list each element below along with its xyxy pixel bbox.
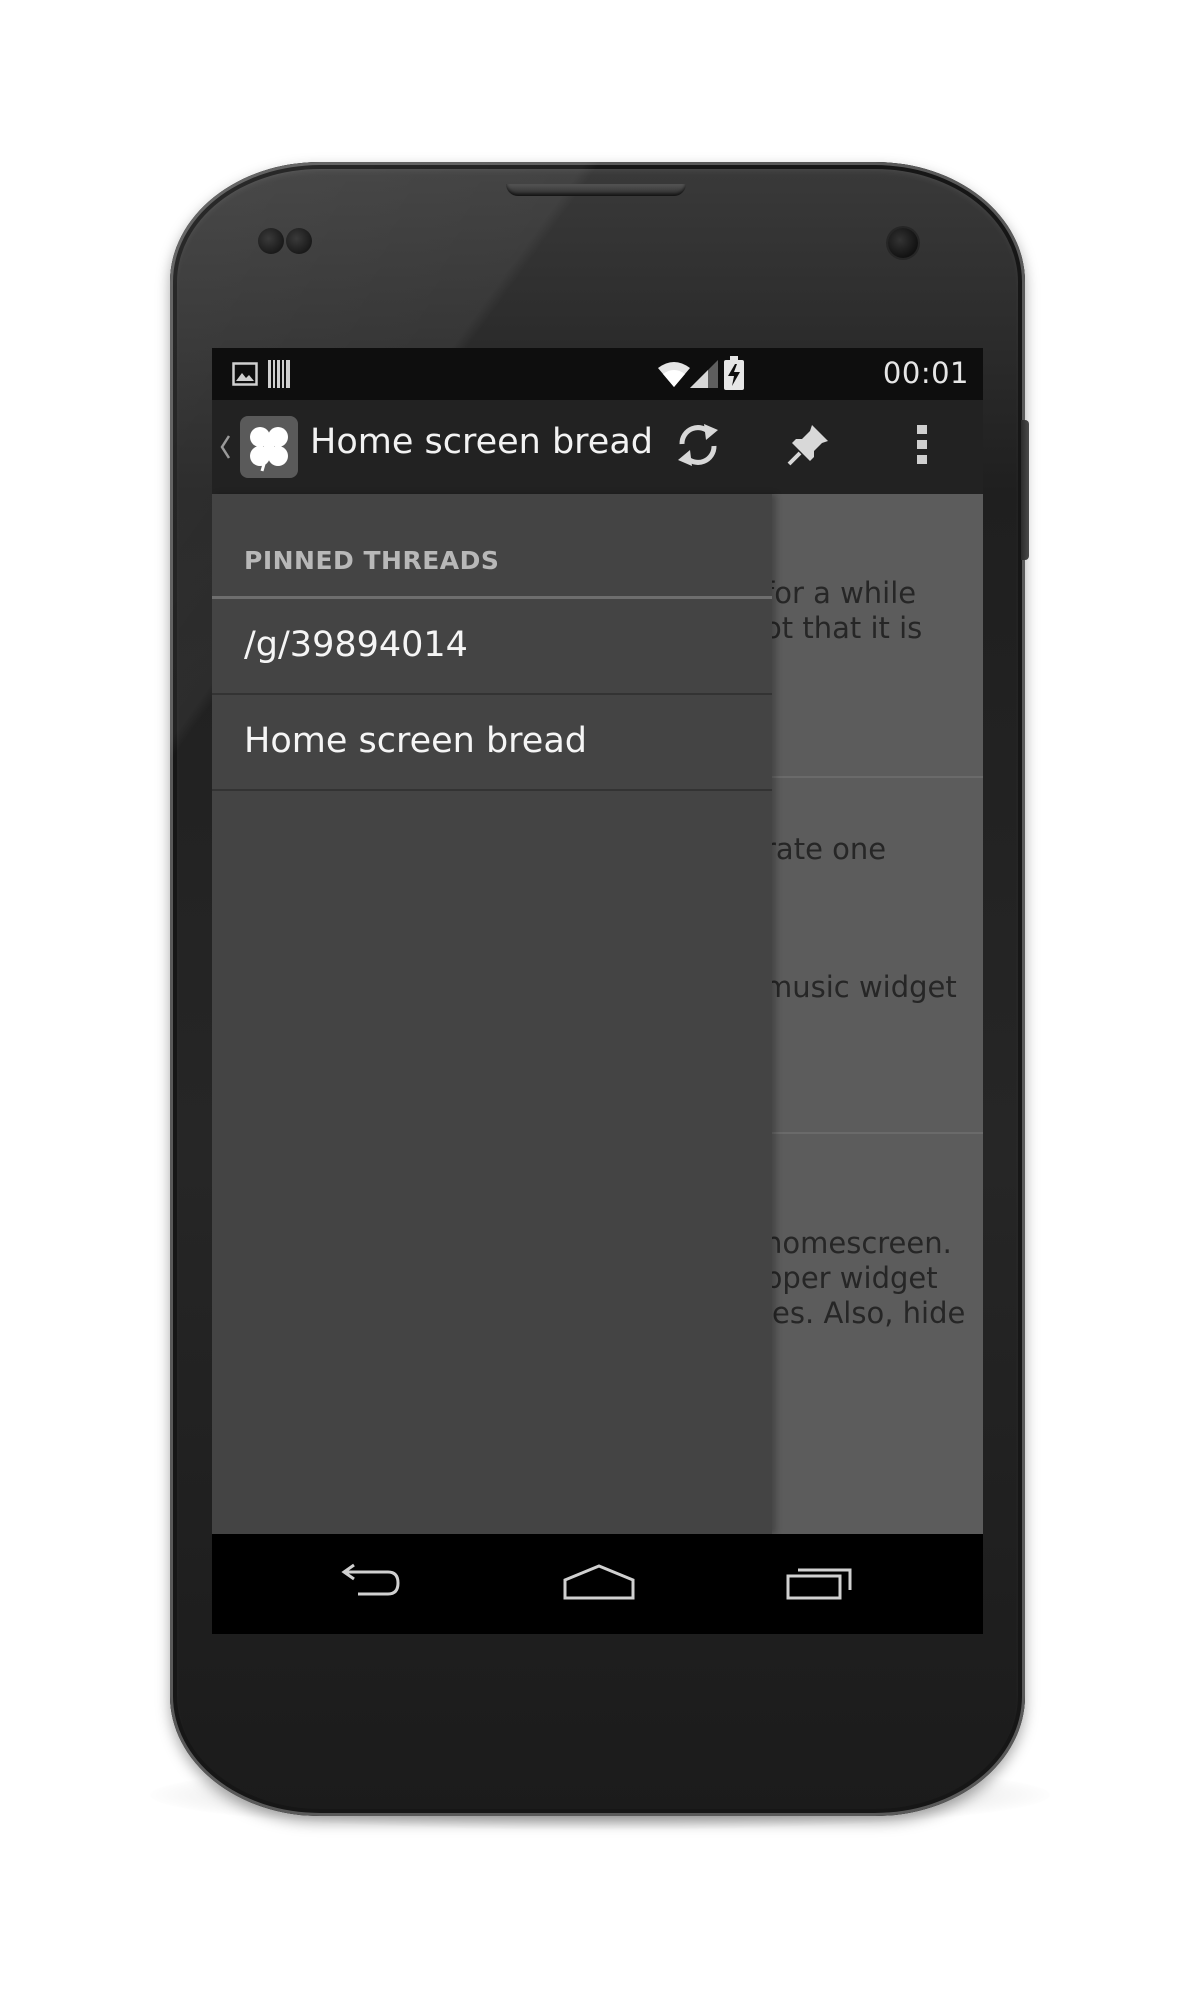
light-sensor [286, 228, 312, 254]
card-line: rate one [764, 832, 887, 866]
power-button [1021, 420, 1029, 560]
barcode-icon [268, 360, 290, 392]
home-icon [561, 1562, 637, 1606]
status-time: 00:01 [882, 356, 969, 390]
battery-charging-icon [724, 356, 744, 394]
overflow-menu-icon [916, 423, 928, 471]
card-text-4: homescreen. pper widget ies. Also, hide [764, 1226, 965, 1331]
chevron-left-icon[interactable] [218, 430, 232, 464]
pin-icon [786, 423, 830, 471]
signal-icon [690, 360, 718, 392]
wifi-icon [656, 360, 692, 392]
refresh-icon [674, 420, 722, 474]
action-bar: Home screen bread [212, 400, 983, 494]
pinned-thread-label: /g/39894014 [244, 625, 468, 665]
screen: 00:01 Home screen bread for a while ot t… [212, 348, 983, 1634]
card-line: ies. Also, hide [764, 1296, 966, 1330]
drawer-section-header: PINNED THREADS [244, 546, 500, 575]
pinned-thread-item[interactable]: /g/39894014 [212, 599, 772, 695]
card-text-2: rate one [764, 832, 886, 867]
earpiece-speaker [506, 184, 686, 196]
proximity-sensor [258, 228, 284, 254]
back-icon [332, 1562, 402, 1606]
card-text-1: for a while ot that it is [764, 576, 922, 646]
device-stage: 00:01 Home screen bread for a while ot t… [0, 0, 1195, 1994]
recents-button[interactable] [766, 1552, 876, 1616]
card-divider [772, 1132, 983, 1134]
navigation-drawer: PINNED THREADS /g/39894014 Home screen b… [212, 494, 772, 1534]
pinned-thread-label: Home screen bread [244, 721, 587, 761]
card-line: for a while [764, 576, 917, 610]
card-divider [772, 776, 983, 778]
card-text-3: music widget [764, 970, 957, 1005]
front-camera [888, 228, 918, 258]
pinned-thread-item[interactable]: Home screen bread [212, 695, 772, 791]
card-line: ot that it is [764, 611, 923, 645]
card-line: music widget [764, 970, 957, 1004]
action-bar-title: Home screen bread [310, 422, 653, 462]
status-bar: 00:01 [212, 348, 983, 400]
system-navigation-bar [212, 1534, 983, 1634]
pin-button[interactable] [770, 414, 846, 480]
card-line: pper widget [764, 1261, 938, 1295]
gallery-icon [232, 362, 258, 390]
back-button[interactable] [312, 1552, 422, 1616]
clover-icon[interactable] [240, 416, 298, 478]
card-line: homescreen. [764, 1226, 952, 1260]
refresh-button[interactable] [660, 414, 736, 480]
recents-icon [784, 1562, 858, 1606]
overflow-menu-button[interactable] [884, 414, 960, 480]
home-button[interactable] [544, 1552, 654, 1616]
